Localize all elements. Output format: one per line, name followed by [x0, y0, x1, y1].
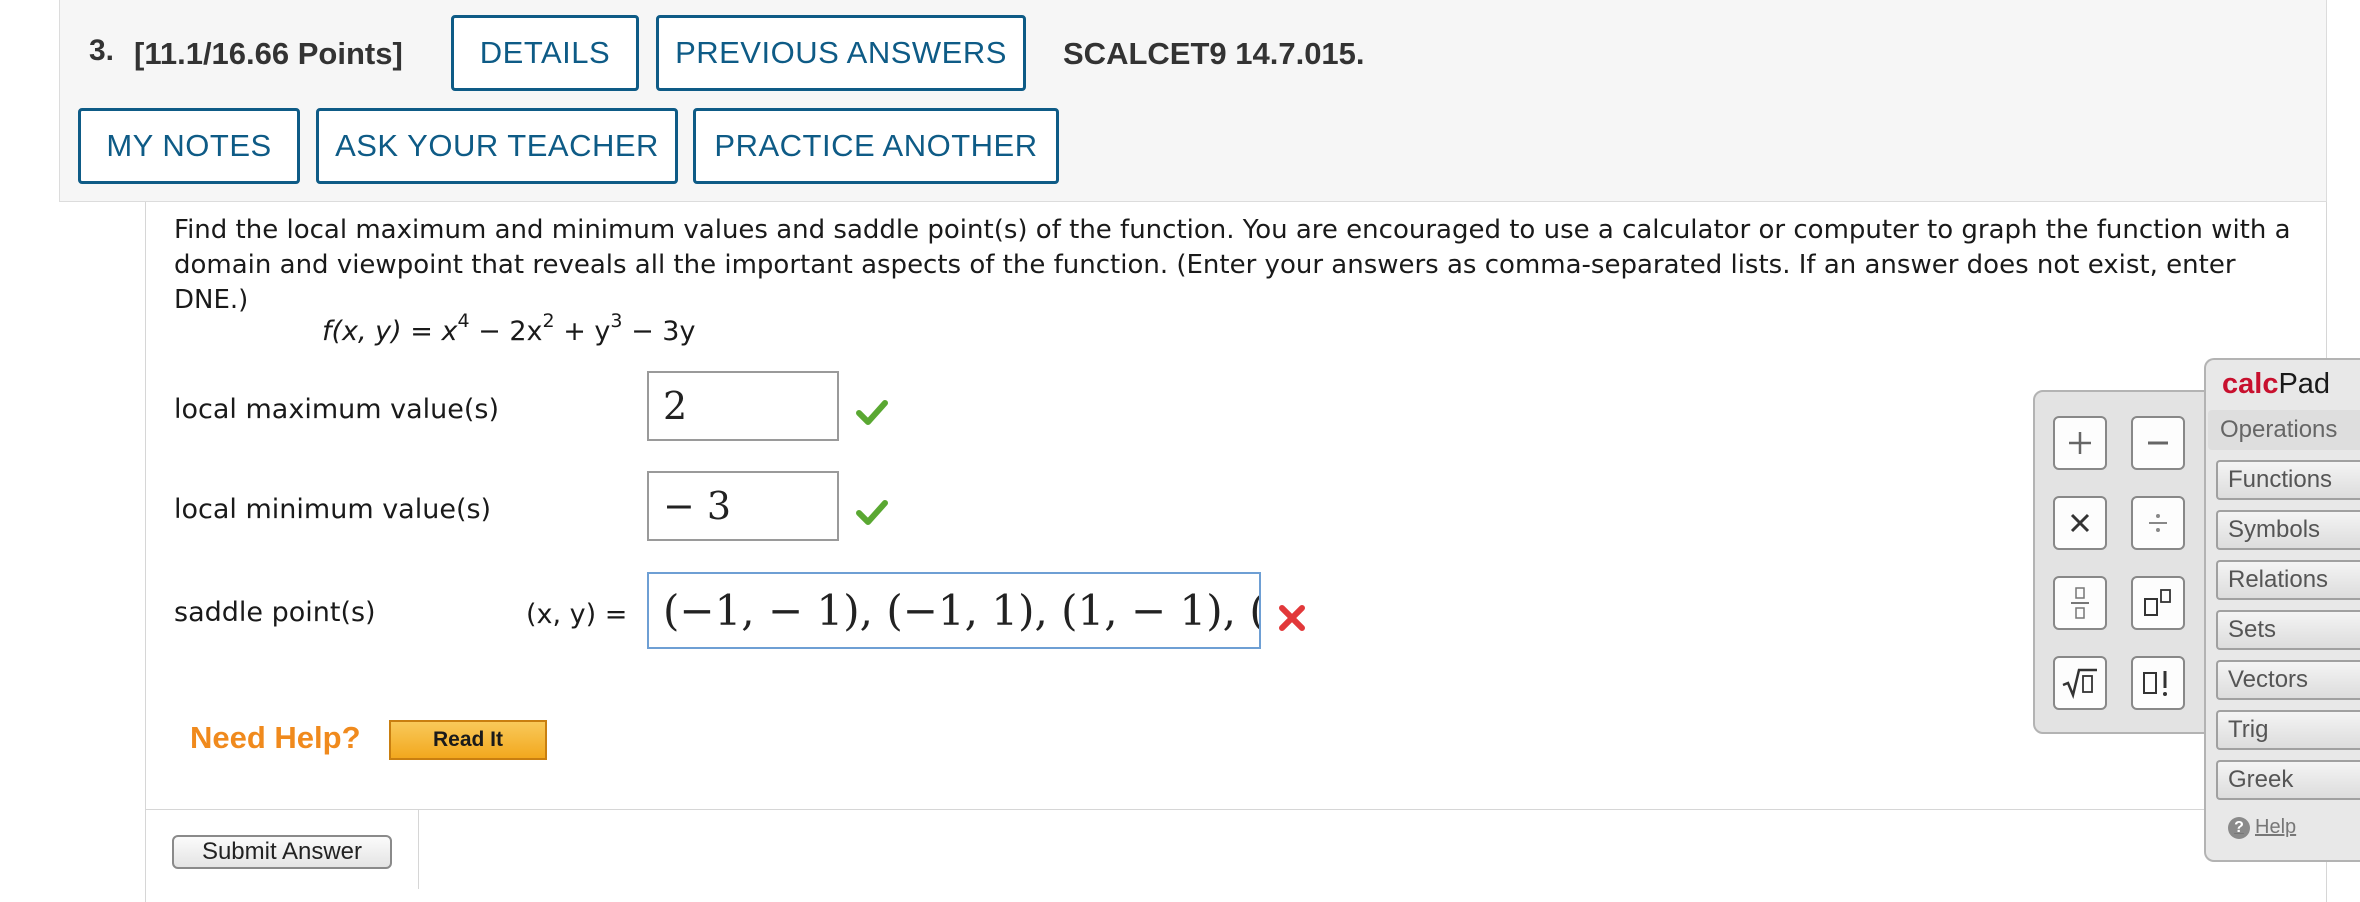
calcpad-tab-functions[interactable]: Functions: [2216, 460, 2360, 500]
help-icon: ?: [2228, 816, 2250, 839]
local-max-label: local maximum value(s): [174, 394, 500, 425]
footer-divider-vertical: [418, 809, 419, 889]
calcpad-tab-operations[interactable]: Operations: [2208, 410, 2360, 450]
local-min-input[interactable]: − 3: [647, 471, 839, 541]
fraction-icon[interactable]: [2053, 576, 2107, 630]
correct-check-icon: [856, 500, 888, 525]
exponent-icon[interactable]: [2131, 576, 2185, 630]
calcpad-tab-sets[interactable]: Sets: [2216, 610, 2360, 650]
question-number: 3.: [89, 34, 115, 67]
correct-check-icon: [856, 400, 888, 425]
question-points: [11.1/16.66 Points]: [134, 36, 403, 71]
saddle-point-prefix: (x, y) =: [526, 599, 628, 630]
need-help-label: Need Help?: [190, 720, 361, 755]
divide-icon[interactable]: [2131, 496, 2185, 550]
calcpad-tab-trig[interactable]: Trig: [2216, 710, 2360, 750]
plus-icon[interactable]: [2053, 416, 2107, 470]
calcpad-tab-greek[interactable]: Greek: [2216, 760, 2360, 800]
details-button[interactable]: DETAILS: [451, 15, 639, 91]
saddle-point-input[interactable]: (−1, − 1), (−1, 1), (1, − 1), (0,1): [647, 572, 1261, 649]
calcpad-title: calcPad: [2222, 368, 2331, 400]
question-code: SCALCET9 14.7.015.: [1063, 36, 1365, 71]
ask-your-teacher-button[interactable]: ASK YOUR TEACHER: [316, 108, 678, 184]
minus-icon[interactable]: [2131, 416, 2185, 470]
previous-answers-button[interactable]: PREVIOUS ANSWERS: [656, 15, 1026, 91]
local-min-label: local minimum value(s): [174, 494, 492, 525]
incorrect-x-icon: [1279, 605, 1305, 631]
calcpad-help-link[interactable]: ? Help: [2228, 816, 2296, 839]
local-max-input[interactable]: 2: [647, 371, 839, 441]
submit-answer-button[interactable]: Submit Answer: [172, 835, 392, 869]
practice-another-button[interactable]: PRACTICE ANOTHER: [693, 108, 1059, 184]
function-expression: f(x, y) = x4 − 2x2 + y3 − 3y: [322, 310, 696, 347]
calcpad-tab-relations[interactable]: Relations: [2216, 560, 2360, 600]
calcpad-tab-symbols[interactable]: Symbols: [2216, 510, 2360, 550]
saddle-point-label: saddle point(s): [174, 597, 376, 628]
times-icon[interactable]: [2053, 496, 2107, 550]
footer-divider: [146, 809, 2327, 810]
my-notes-button[interactable]: MY NOTES: [78, 108, 300, 184]
sqrt-icon[interactable]: [2053, 656, 2107, 710]
read-it-button[interactable]: Read It: [389, 720, 547, 760]
calcpad-tab-vectors[interactable]: Vectors: [2216, 660, 2360, 700]
factorial-icon[interactable]: [2131, 656, 2185, 710]
calcpad-panel: calcPad Operations Functions Symbols Rel…: [2204, 358, 2360, 862]
question-instructions: Find the local maximum and minimum value…: [174, 215, 2291, 315]
